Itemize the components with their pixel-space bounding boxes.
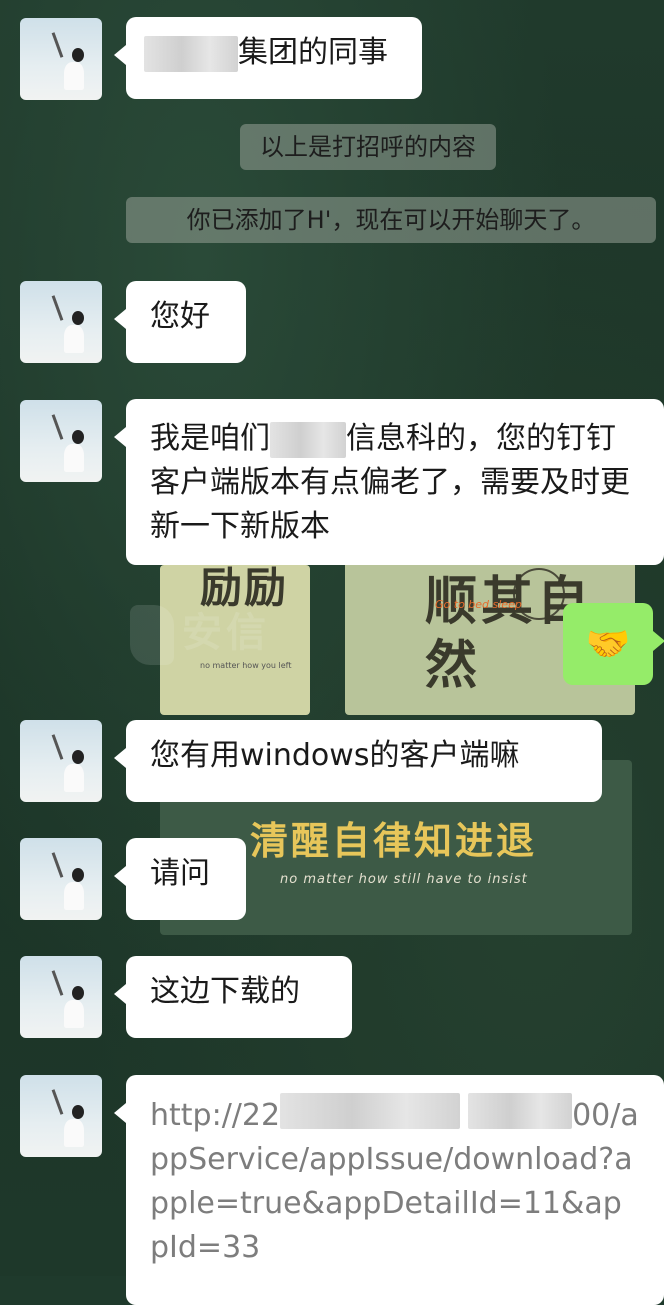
message-bubble[interactable]: 您有用windows的客户端嘛 bbox=[114, 720, 602, 802]
link-text[interactable]: http://22 bbox=[150, 1098, 280, 1133]
avatar[interactable] bbox=[20, 838, 102, 920]
outgoing-message-bubble[interactable]: 🤝 bbox=[563, 603, 664, 685]
message-text: 您有用windows的客户端嘛 bbox=[150, 738, 520, 773]
wallpaper-card-3-small: no matter how still have to insist bbox=[280, 872, 528, 887]
message-text: 这边下载的 bbox=[150, 974, 300, 1009]
handshake-emoji-icon: 🤝 bbox=[585, 624, 631, 665]
redacted-text bbox=[468, 1093, 573, 1129]
message-text: 您好 bbox=[150, 299, 210, 334]
wallpaper-card-2-small: Go to bed sleep bbox=[435, 598, 522, 611]
message-text: 集团的同事 bbox=[238, 35, 388, 70]
watermark-logo-icon bbox=[130, 605, 174, 665]
message-text: 我是咱们 bbox=[150, 421, 270, 456]
message-bubble[interactable]: 我是咱们 信息科的，您的钉钉客户端版本有点偏老了，需要及时更新一下新版本 bbox=[114, 399, 664, 565]
system-notice: 以上是打招呼的内容 bbox=[240, 124, 496, 170]
message-bubble[interactable]: 这边下载的 bbox=[114, 956, 352, 1038]
redacted-text bbox=[144, 35, 238, 72]
avatar[interactable] bbox=[20, 18, 102, 100]
avatar[interactable] bbox=[20, 400, 102, 482]
wallpaper-card-3-text: 清醒自律知进退 bbox=[250, 819, 538, 863]
system-notice: 你已添加了H'，现在可以开始聊天了。 bbox=[126, 197, 656, 243]
avatar[interactable] bbox=[20, 1075, 102, 1157]
message-bubble[interactable]: 您好 bbox=[114, 281, 246, 363]
redacted-text bbox=[280, 1093, 461, 1129]
avatar[interactable] bbox=[20, 956, 102, 1038]
avatar[interactable] bbox=[20, 720, 102, 802]
link-text[interactable]: Service/appIssue/download?apple=true&app… bbox=[150, 1142, 633, 1265]
message-text: 请问 bbox=[150, 856, 210, 891]
link-message-bubble[interactable]: http://22 00/appService/appIssue/download… bbox=[114, 1075, 664, 1305]
message-bubble[interactable]: 请问 bbox=[114, 838, 246, 920]
watermark: 安信 bbox=[130, 600, 270, 670]
redacted-text bbox=[270, 421, 346, 458]
message-bubble[interactable]: 集团的同事 bbox=[114, 17, 422, 99]
avatar[interactable] bbox=[20, 281, 102, 363]
